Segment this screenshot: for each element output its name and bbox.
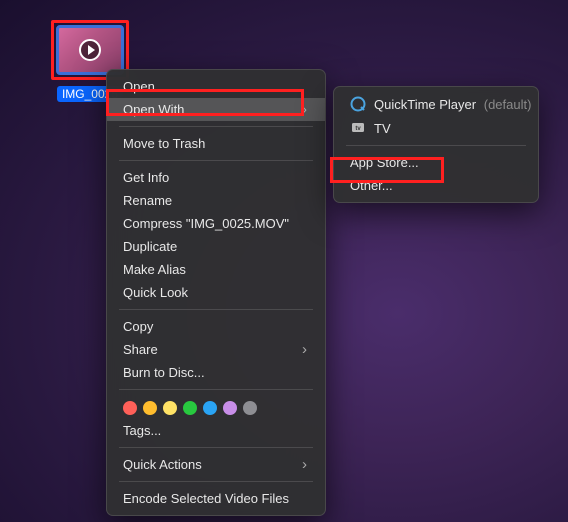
menu-separator bbox=[119, 126, 313, 127]
tag-color-dot[interactable] bbox=[243, 401, 257, 415]
tag-color-dot[interactable] bbox=[223, 401, 237, 415]
menu-duplicate[interactable]: Duplicate bbox=[107, 235, 325, 258]
menu-copy[interactable]: Copy bbox=[107, 315, 325, 338]
menu-label: Burn to Disc... bbox=[123, 365, 205, 380]
menu-quick-look[interactable]: Quick Look bbox=[107, 281, 325, 304]
submenu-label: TV bbox=[374, 121, 391, 136]
tv-icon: tv bbox=[350, 120, 366, 136]
tag-color-dot[interactable] bbox=[143, 401, 157, 415]
menu-share[interactable]: Share › bbox=[107, 338, 325, 361]
menu-label: Quick Look bbox=[123, 285, 188, 300]
play-icon bbox=[79, 39, 101, 61]
video-thumbnail[interactable] bbox=[56, 25, 124, 75]
menu-encode[interactable]: Encode Selected Video Files bbox=[107, 487, 325, 510]
menu-get-info[interactable]: Get Info bbox=[107, 166, 325, 189]
tag-color-dot[interactable] bbox=[163, 401, 177, 415]
menu-label: Compress "IMG_0025.MOV" bbox=[123, 216, 289, 231]
tag-color-row bbox=[107, 395, 325, 419]
menu-label: Copy bbox=[123, 319, 153, 334]
menu-label: Get Info bbox=[123, 170, 169, 185]
menu-quick-actions[interactable]: Quick Actions › bbox=[107, 453, 325, 476]
menu-label: Quick Actions bbox=[123, 457, 202, 472]
submenu-label: QuickTime Player bbox=[374, 97, 476, 112]
menu-open-with[interactable]: Open With › bbox=[107, 98, 325, 121]
chevron-right-icon: › bbox=[302, 342, 307, 357]
tag-color-dot[interactable] bbox=[203, 401, 217, 415]
menu-label: Rename bbox=[123, 193, 172, 208]
submenu-quicktime[interactable]: QuickTime Player (default) bbox=[334, 92, 538, 116]
menu-label: Open bbox=[123, 79, 155, 94]
default-suffix: (default) bbox=[484, 97, 532, 112]
context-menu: Open Open With › Move to Trash Get Info … bbox=[106, 69, 326, 516]
menu-label: Share bbox=[123, 342, 158, 357]
menu-label: Make Alias bbox=[123, 262, 186, 277]
menu-label: Move to Trash bbox=[123, 136, 205, 151]
menu-label: Encode Selected Video Files bbox=[123, 491, 289, 506]
tag-color-dot[interactable] bbox=[123, 401, 137, 415]
menu-separator bbox=[119, 389, 313, 390]
menu-separator bbox=[119, 481, 313, 482]
menu-separator bbox=[119, 447, 313, 448]
open-with-submenu: QuickTime Player (default) tv TV App Sto… bbox=[333, 86, 539, 203]
menu-label: Tags... bbox=[123, 423, 161, 438]
menu-open[interactable]: Open bbox=[107, 75, 325, 98]
menu-separator bbox=[119, 309, 313, 310]
submenu-label: App Store... bbox=[350, 155, 419, 170]
chevron-right-icon: › bbox=[302, 102, 307, 117]
menu-label: Open With bbox=[123, 102, 184, 117]
menu-rename[interactable]: Rename bbox=[107, 189, 325, 212]
tag-color-dot[interactable] bbox=[183, 401, 197, 415]
menu-separator bbox=[346, 145, 526, 146]
menu-make-alias[interactable]: Make Alias bbox=[107, 258, 325, 281]
menu-compress[interactable]: Compress "IMG_0025.MOV" bbox=[107, 212, 325, 235]
submenu-app-store[interactable]: App Store... bbox=[334, 151, 538, 174]
svg-text:tv: tv bbox=[355, 126, 361, 132]
submenu-label: Other... bbox=[350, 178, 393, 193]
submenu-other[interactable]: Other... bbox=[334, 174, 538, 197]
menu-burn[interactable]: Burn to Disc... bbox=[107, 361, 325, 384]
menu-separator bbox=[119, 160, 313, 161]
quicktime-icon bbox=[350, 96, 366, 112]
chevron-right-icon: › bbox=[302, 457, 307, 472]
menu-move-to-trash[interactable]: Move to Trash bbox=[107, 132, 325, 155]
submenu-tv[interactable]: tv TV bbox=[334, 116, 538, 140]
menu-label: Duplicate bbox=[123, 239, 177, 254]
menu-tags[interactable]: Tags... bbox=[107, 419, 325, 442]
